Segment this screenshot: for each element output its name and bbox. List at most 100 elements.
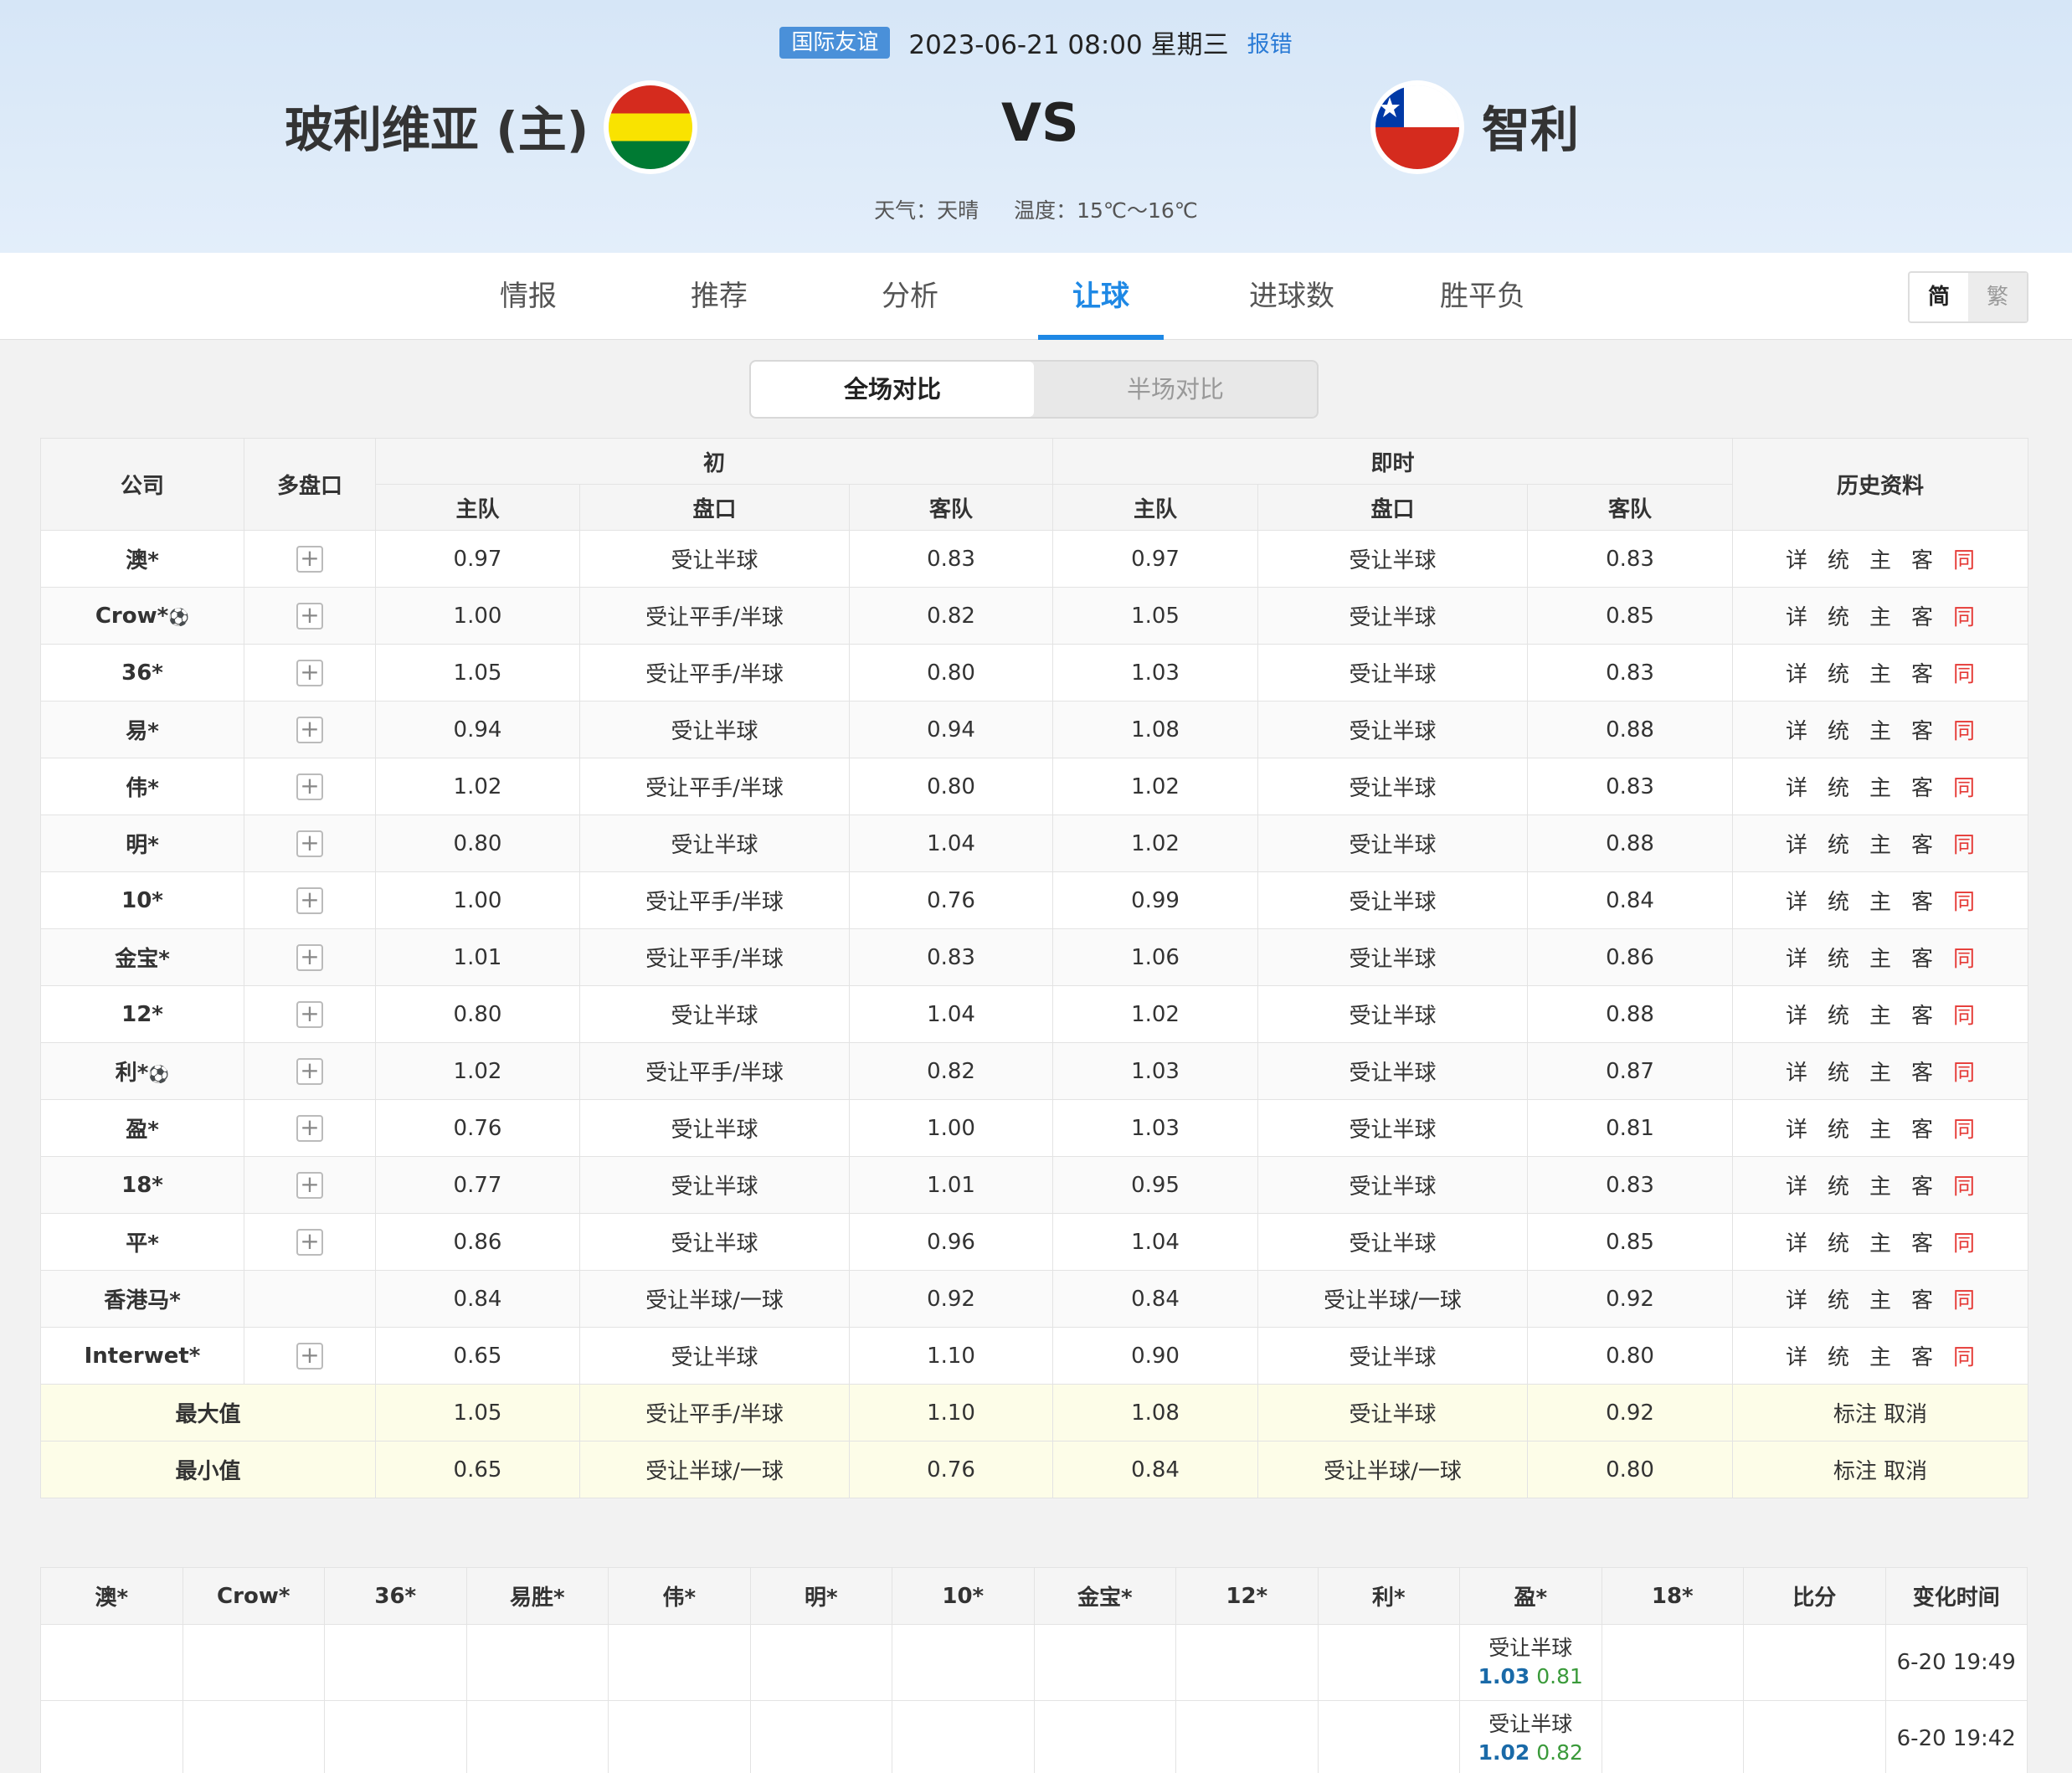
away-link[interactable]: 客 <box>1911 1056 1933 1087</box>
company-name[interactable]: 澳* <box>126 548 159 573</box>
expand-plus-icon[interactable]: + <box>296 830 323 857</box>
tab-goals[interactable]: 进球数 <box>1229 253 1355 340</box>
expand-plus-icon[interactable]: + <box>296 1057 323 1085</box>
same-link[interactable]: 同 <box>1953 885 1975 916</box>
home-link[interactable]: 主 <box>1869 1283 1891 1314</box>
away-link[interactable]: 客 <box>1911 942 1933 973</box>
half-match-button[interactable]: 半场对比 <box>1034 362 1317 417</box>
same-link[interactable]: 同 <box>1953 1226 1975 1257</box>
same-link[interactable]: 同 <box>1953 657 1975 688</box>
expand-plus-icon[interactable]: + <box>296 1114 323 1142</box>
stats-link[interactable]: 统 <box>1828 771 1849 802</box>
stats-link[interactable]: 统 <box>1828 1113 1849 1143</box>
expand-plus-icon[interactable]: + <box>296 602 323 630</box>
detail-link[interactable]: 详 <box>1786 600 1807 631</box>
away-link[interactable]: 客 <box>1911 657 1933 688</box>
company-name[interactable]: 金宝* <box>115 947 170 972</box>
expand-plus-icon[interactable]: + <box>296 1171 323 1199</box>
stats-link[interactable]: 统 <box>1828 999 1849 1030</box>
stats-link[interactable]: 统 <box>1828 885 1849 916</box>
company-name[interactable]: 伟* <box>126 776 159 801</box>
same-link[interactable]: 同 <box>1953 1113 1975 1143</box>
away-link[interactable]: 客 <box>1911 1283 1933 1314</box>
home-team-name[interactable]: 玻利维亚 (主) <box>285 90 589 161</box>
home-link[interactable]: 主 <box>1869 657 1891 688</box>
same-link[interactable]: 同 <box>1953 600 1975 631</box>
home-link[interactable]: 主 <box>1869 1340 1891 1371</box>
detail-link[interactable]: 详 <box>1786 1113 1807 1143</box>
stats-link[interactable]: 统 <box>1828 1169 1849 1200</box>
detail-link[interactable]: 详 <box>1786 828 1807 859</box>
home-link[interactable]: 主 <box>1869 771 1891 802</box>
away-link[interactable]: 客 <box>1911 1113 1933 1143</box>
detail-link[interactable]: 详 <box>1786 942 1807 973</box>
expand-plus-icon[interactable]: + <box>296 943 323 971</box>
company-name[interactable]: 易* <box>126 719 159 744</box>
stats-link[interactable]: 统 <box>1828 1056 1849 1087</box>
detail-link[interactable]: 详 <box>1786 1226 1807 1257</box>
company-name[interactable]: 18* <box>121 1173 163 1198</box>
mark-cancel-actions[interactable]: 标注 取消 <box>1732 1441 2029 1498</box>
tab-recommend[interactable]: 推荐 <box>656 253 782 340</box>
same-link[interactable]: 同 <box>1953 771 1975 802</box>
away-link[interactable]: 客 <box>1911 1169 1933 1200</box>
stats-link[interactable]: 统 <box>1828 600 1849 631</box>
home-link[interactable]: 主 <box>1869 1169 1891 1200</box>
tab-intel[interactable]: 情报 <box>465 253 591 340</box>
report-error-link[interactable]: 报错 <box>1247 26 1293 59</box>
detail-link[interactable]: 详 <box>1786 1283 1807 1314</box>
full-match-button[interactable]: 全场对比 <box>751 362 1034 417</box>
detail-link[interactable]: 详 <box>1786 1169 1807 1200</box>
away-link[interactable]: 客 <box>1911 543 1933 574</box>
same-link[interactable]: 同 <box>1953 999 1975 1030</box>
same-link[interactable]: 同 <box>1953 828 1975 859</box>
home-link[interactable]: 主 <box>1869 600 1891 631</box>
company-name[interactable]: 香港马* <box>104 1288 181 1313</box>
home-link[interactable]: 主 <box>1869 543 1891 574</box>
same-link[interactable]: 同 <box>1953 1283 1975 1314</box>
detail-link[interactable]: 详 <box>1786 771 1807 802</box>
away-team-name[interactable]: 智利 <box>1482 90 1579 161</box>
home-link[interactable]: 主 <box>1869 1113 1891 1143</box>
home-link[interactable]: 主 <box>1869 1226 1891 1257</box>
company-name[interactable]: Crow* <box>95 604 168 629</box>
company-name[interactable]: 利* <box>116 1061 149 1086</box>
stats-link[interactable]: 统 <box>1828 1226 1849 1257</box>
stats-link[interactable]: 统 <box>1828 714 1849 745</box>
expand-plus-icon[interactable]: + <box>296 1228 323 1256</box>
company-name[interactable]: 12* <box>121 1002 163 1027</box>
stats-link[interactable]: 统 <box>1828 828 1849 859</box>
home-link[interactable]: 主 <box>1869 714 1891 745</box>
expand-plus-icon[interactable]: + <box>296 1342 323 1370</box>
lang-traditional-button[interactable]: 繁 <box>1968 273 2027 321</box>
company-name[interactable]: 10* <box>121 888 163 913</box>
lang-simplified-button[interactable]: 简 <box>1910 273 1968 321</box>
company-name[interactable]: 平* <box>126 1231 159 1257</box>
away-link[interactable]: 客 <box>1911 714 1933 745</box>
detail-link[interactable]: 详 <box>1786 999 1807 1030</box>
expand-plus-icon[interactable]: + <box>296 716 323 743</box>
expand-plus-icon[interactable]: + <box>296 659 323 686</box>
company-name[interactable]: 盈* <box>126 1118 159 1143</box>
stats-link[interactable]: 统 <box>1828 942 1849 973</box>
mark-cancel-actions[interactable]: 标注 取消 <box>1732 1384 2029 1442</box>
detail-link[interactable]: 详 <box>1786 1056 1807 1087</box>
same-link[interactable]: 同 <box>1953 714 1975 745</box>
away-link[interactable]: 客 <box>1911 828 1933 859</box>
away-link[interactable]: 客 <box>1911 771 1933 802</box>
stats-link[interactable]: 统 <box>1828 1283 1849 1314</box>
tab-handicap[interactable]: 让球 <box>1038 253 1164 340</box>
detail-link[interactable]: 详 <box>1786 714 1807 745</box>
away-link[interactable]: 客 <box>1911 885 1933 916</box>
stats-link[interactable]: 统 <box>1828 1340 1849 1371</box>
company-name[interactable]: 明* <box>126 833 159 858</box>
league-badge[interactable]: 国际友谊 <box>779 26 891 59</box>
home-link[interactable]: 主 <box>1869 942 1891 973</box>
home-link[interactable]: 主 <box>1869 885 1891 916</box>
detail-link[interactable]: 详 <box>1786 885 1807 916</box>
detail-link[interactable]: 详 <box>1786 657 1807 688</box>
away-link[interactable]: 客 <box>1911 1340 1933 1371</box>
home-link[interactable]: 主 <box>1869 999 1891 1030</box>
expand-plus-icon[interactable]: + <box>296 773 323 800</box>
detail-link[interactable]: 详 <box>1786 543 1807 574</box>
